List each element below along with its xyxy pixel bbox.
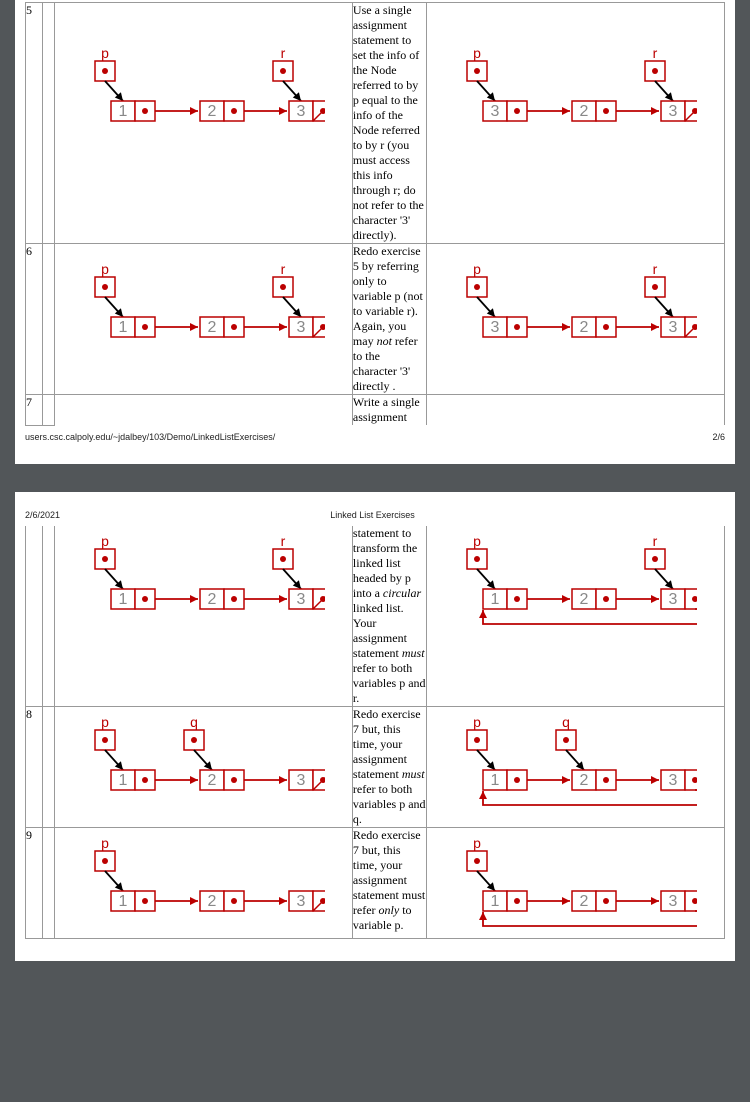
- svg-text:2: 2: [579, 103, 588, 120]
- svg-text:p: p: [473, 45, 481, 61]
- instruction-text: Redo exercise 5 by referring only to var…: [352, 244, 426, 395]
- svg-text:3: 3: [668, 893, 677, 910]
- table-row: 9 p 1 2 3 Redo exercise 7 but, this time…: [26, 827, 725, 938]
- instruction-text: statement to transform the linked list h…: [352, 526, 426, 707]
- page-2: 2/6/2021 Linked List Exercises p r 1 2 3: [15, 492, 735, 961]
- table-row: 7 Write a single assignment: [26, 395, 725, 426]
- before-diagram: p q 1 2 3: [54, 706, 352, 827]
- svg-text:1: 1: [490, 591, 499, 608]
- before-diagram: p r 1 2 3: [54, 244, 352, 395]
- footer-url: users.csc.calpoly.edu/~jdalbey/103/Demo/…: [25, 432, 275, 442]
- row-number: 7: [26, 395, 43, 426]
- before-diagram: p 1 2 3: [54, 827, 352, 938]
- before-diagram: p r 1 2 3: [54, 3, 352, 244]
- svg-text:p: p: [101, 261, 109, 277]
- svg-text:r: r: [280, 533, 285, 549]
- page-footer: users.csc.calpoly.edu/~jdalbey/103/Demo/…: [25, 426, 725, 442]
- svg-text:q: q: [562, 714, 570, 730]
- svg-text:p: p: [101, 714, 109, 730]
- svg-text:1: 1: [118, 319, 127, 336]
- svg-text:3: 3: [490, 319, 499, 336]
- svg-text:p: p: [473, 714, 481, 730]
- after-diagram: p 1 2 3: [426, 827, 724, 938]
- svg-text:p: p: [473, 533, 481, 549]
- table-row: 5 p: [26, 3, 725, 244]
- svg-text:p: p: [101, 45, 109, 61]
- svg-text:3: 3: [296, 772, 305, 789]
- instruction-text: Write a single assignment: [352, 395, 426, 426]
- svg-text:1: 1: [490, 893, 499, 910]
- svg-text:2: 2: [207, 319, 216, 336]
- instruction-text: Use a single assignment statement to set…: [352, 3, 426, 244]
- svg-text:2: 2: [207, 893, 216, 910]
- row-number: 8: [26, 706, 43, 827]
- before-diagram: p r 1 2 3: [54, 526, 352, 707]
- row-number: 9: [26, 827, 43, 938]
- page-header: 2/6/2021 Linked List Exercises: [25, 510, 725, 526]
- svg-text:3: 3: [490, 103, 499, 120]
- page-1: 5 p: [15, 0, 735, 464]
- after-diagram: p r 1 2 3: [426, 526, 724, 707]
- svg-text:r: r: [652, 45, 657, 61]
- header-date: 2/6/2021: [25, 510, 60, 520]
- exercises-table-1: 5 p: [25, 2, 725, 426]
- svg-text:r: r: [652, 261, 657, 277]
- svg-text:2: 2: [579, 893, 588, 910]
- instruction-text: Redo exercise 7 but, this time, your ass…: [352, 706, 426, 827]
- svg-text:3: 3: [296, 591, 305, 608]
- exercises-table-2: p r 1 2 3 statement to transform the lin…: [25, 526, 725, 939]
- svg-text:1: 1: [118, 103, 127, 120]
- svg-text:1: 1: [490, 772, 499, 789]
- svg-text:3: 3: [668, 319, 677, 336]
- svg-text:3: 3: [296, 103, 305, 120]
- svg-text:3: 3: [668, 591, 677, 608]
- instruction-text: Redo exercise 7 but, this time, your ass…: [352, 827, 426, 938]
- row-number: 5: [26, 3, 43, 244]
- svg-text:2: 2: [207, 103, 216, 120]
- svg-text:r: r: [280, 45, 285, 61]
- svg-text:3: 3: [296, 319, 305, 336]
- svg-text:2: 2: [579, 772, 588, 789]
- svg-text:2: 2: [207, 591, 216, 608]
- svg-text:p: p: [473, 261, 481, 277]
- svg-text:2: 2: [579, 319, 588, 336]
- svg-text:2: 2: [579, 591, 588, 608]
- table-row: p r 1 2 3 statement to transform the lin…: [26, 526, 725, 707]
- after-diagram: p r 3 2 3: [426, 3, 724, 244]
- svg-text:2: 2: [207, 772, 216, 789]
- header-title: Linked List Exercises: [60, 510, 685, 520]
- svg-text:p: p: [101, 835, 109, 851]
- svg-text:1: 1: [118, 591, 127, 608]
- after-diagram: p r 3 2 3: [426, 244, 724, 395]
- svg-text:p: p: [101, 533, 109, 549]
- row-number: 6: [26, 244, 43, 395]
- svg-text:3: 3: [296, 893, 305, 910]
- table-row: 8 p q 1 2 3 Redo exercise 7 but, this ti…: [26, 706, 725, 827]
- svg-text:1: 1: [118, 893, 127, 910]
- table-row: 6 p r 1 2 3 Redo exercise 5 by referring…: [26, 244, 725, 395]
- svg-text:3: 3: [668, 772, 677, 789]
- footer-page: 2/6: [712, 432, 725, 442]
- svg-text:q: q: [190, 714, 198, 730]
- svg-text:p: p: [473, 835, 481, 851]
- svg-text:r: r: [280, 261, 285, 277]
- svg-text:1: 1: [118, 772, 127, 789]
- svg-text:3: 3: [668, 103, 677, 120]
- after-diagram: p q 1 2 3: [426, 706, 724, 827]
- svg-text:r: r: [652, 533, 657, 549]
